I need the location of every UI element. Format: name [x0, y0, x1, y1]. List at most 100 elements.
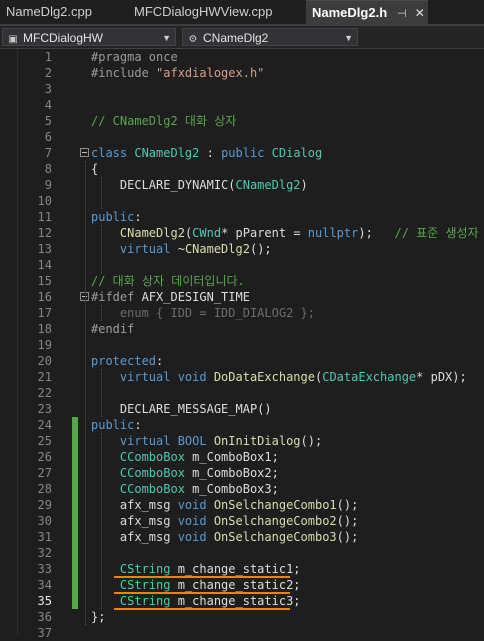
pin-icon[interactable]: ⊣ — [397, 2, 407, 26]
code-token: // CNameDlg2 대화 상자 — [91, 114, 237, 128]
code-token: { — [91, 162, 99, 176]
line-number: 36 — [37, 610, 52, 624]
code-text: #include "afxdialogex.h" — [91, 65, 264, 81]
collapse-icon[interactable] — [80, 148, 89, 157]
code-text: CString m_change_static2; — [91, 577, 301, 593]
code-line[interactable]: 25 virtual BOOL OnInitDialog(); — [0, 433, 484, 449]
code-token: CNameDlg2 — [184, 242, 250, 256]
line-number: 31 — [37, 530, 52, 544]
scope-dropdown[interactable]: ⚙ CNameDlg2 ▼ — [182, 28, 358, 46]
code-line[interactable]: 9 DECLARE_DYNAMIC(CNameDlg2) — [0, 177, 484, 193]
code-text: CNameDlg2(CWnd* pParent = nullptr); // 표… — [91, 225, 479, 241]
line-number: 33 — [37, 562, 52, 576]
code-text: public: — [91, 209, 142, 225]
tab-namedlg2-cpp[interactable]: NameDlg2.cpp — [0, 0, 128, 24]
code-token: virtual — [119, 370, 178, 384]
scope-name: CNameDlg2 — [203, 31, 269, 45]
code-token: #ifdef — [91, 290, 142, 304]
code-line[interactable]: 33 CString m_change_static1; — [0, 561, 484, 577]
code-line[interactable]: 21 virtual void DoDataExchange(CDataExch… — [0, 369, 484, 385]
line-number: 9 — [44, 178, 52, 192]
line-number: 32 — [37, 546, 52, 560]
line-number: 18 — [37, 322, 52, 336]
line-number: 23 — [37, 402, 52, 416]
code-line[interactable]: 14 — [0, 257, 484, 273]
code-line[interactable]: 32 — [0, 545, 484, 561]
code-token: OnSelchangeCombo3 — [213, 530, 337, 544]
code-line[interactable]: 24 public: — [0, 417, 484, 433]
line-number: 7 — [44, 146, 52, 160]
code-token: AFX_DESIGN_TIME — [141, 290, 250, 304]
close-icon[interactable]: ✕ — [415, 1, 425, 25]
code-line[interactable]: 20 protected: — [0, 353, 484, 369]
code-line[interactable]: 34 CString m_change_static2; — [0, 577, 484, 593]
document-tab-bar: NameDlg2.cpp MFCDialogHWView.cpp NameDlg… — [0, 0, 484, 26]
code-text: CComboBox m_ComboBox2; — [91, 465, 279, 481]
code-token: afx_msg — [91, 514, 178, 528]
code-line[interactable]: 16 #ifdef AFX_DESIGN_TIME — [0, 289, 484, 305]
code-token: public — [91, 210, 135, 224]
code-line[interactable]: 1 #pragma once — [0, 49, 484, 65]
line-number: 37 — [37, 626, 52, 640]
change-marker — [72, 433, 78, 449]
code-token: nullptr — [307, 226, 359, 240]
code-editor[interactable]: 1 #pragma once 2 #include "afxdialogex.h" 3 4… — [0, 49, 484, 640]
code-line[interactable]: 3 — [0, 81, 484, 97]
code-line[interactable]: 22 — [0, 385, 484, 401]
tab-namedlg2-h[interactable]: NameDlg2.h ⊣ ✕ — [306, 0, 428, 24]
code-line[interactable]: 29 afx_msg void OnSelchangeCombo1(); — [0, 497, 484, 513]
code-token: (); — [249, 242, 272, 256]
line-number: 26 — [37, 450, 52, 464]
code-line[interactable]: 15 // 대화 상자 데이터입니다. — [0, 273, 484, 289]
code-token: OnInitDialog — [213, 434, 301, 448]
line-number: 10 — [37, 194, 52, 208]
code-line[interactable]: 37 — [0, 625, 484, 641]
line-number: 14 — [37, 258, 52, 272]
line-number: 30 — [37, 514, 52, 528]
code-text: virtual void DoDataExchange(CDataExchang… — [91, 369, 467, 385]
line-number: 8 — [44, 162, 52, 176]
code-line[interactable]: 19 — [0, 337, 484, 353]
tab-mfcdialoghwview-cpp[interactable]: MFCDialogHWView.cpp — [128, 0, 306, 24]
code-token: CWnd — [192, 226, 222, 240]
code-line[interactable]: 36}; — [0, 609, 484, 625]
code-line[interactable]: 6 — [0, 129, 484, 145]
code-line[interactable]: 13 virtual ~CNameDlg2(); — [0, 241, 484, 257]
line-number: 4 — [44, 98, 52, 112]
code-token: CDialog — [271, 146, 323, 160]
code-line[interactable]: 17 enum { IDD = IDD_DIALOG2 }; — [0, 305, 484, 321]
code-line[interactable]: 5 // CNameDlg2 대화 상자 — [0, 113, 484, 129]
code-token: CComboBox — [119, 482, 185, 496]
code-line[interactable]: 2 #include "afxdialogex.h" — [0, 65, 484, 81]
change-marker — [72, 561, 78, 577]
code-line[interactable]: 26 CComboBox m_ComboBox1; — [0, 449, 484, 465]
chevron-down-icon: ▼ — [162, 33, 171, 43]
code-token: // 표준 생성자 — [394, 226, 479, 240]
code-line[interactable]: 7 class CNameDlg2 : public CDialog — [0, 145, 484, 161]
highlight-underline — [114, 576, 290, 578]
project-dropdown[interactable]: ▣ MFCDialogHW ▼ — [2, 28, 176, 46]
change-marker — [72, 529, 78, 545]
code-line[interactable]: 31 afx_msg void OnSelchangeCombo3(); — [0, 529, 484, 545]
code-line[interactable]: 4 — [0, 97, 484, 113]
code-line[interactable]: 10 — [0, 193, 484, 209]
code-line[interactable]: 23 DECLARE_MESSAGE_MAP() — [0, 401, 484, 417]
code-line[interactable]: 8{ — [0, 161, 484, 177]
code-line[interactable]: 30 afx_msg void OnSelchangeCombo2(); — [0, 513, 484, 529]
code-text: #ifdef AFX_DESIGN_TIME — [91, 289, 250, 305]
code-text: virtual BOOL OnInitDialog(); — [91, 433, 322, 449]
line-number: 24 — [37, 418, 52, 432]
code-line[interactable]: 11 public: — [0, 209, 484, 225]
line-number: 35 — [37, 594, 52, 608]
code-line[interactable]: 28 CComboBox m_ComboBox3; — [0, 481, 484, 497]
code-token: void — [177, 370, 214, 384]
code-line[interactable]: 35 CString m_change_static3; — [0, 593, 484, 609]
code-token: void — [177, 530, 214, 544]
code-line[interactable]: 12 CNameDlg2(CWnd* pParent = nullptr); /… — [0, 225, 484, 241]
code-line[interactable]: 27 CComboBox m_ComboBox2; — [0, 465, 484, 481]
code-line[interactable]: 18 #endif — [0, 321, 484, 337]
line-number: 3 — [44, 82, 52, 96]
